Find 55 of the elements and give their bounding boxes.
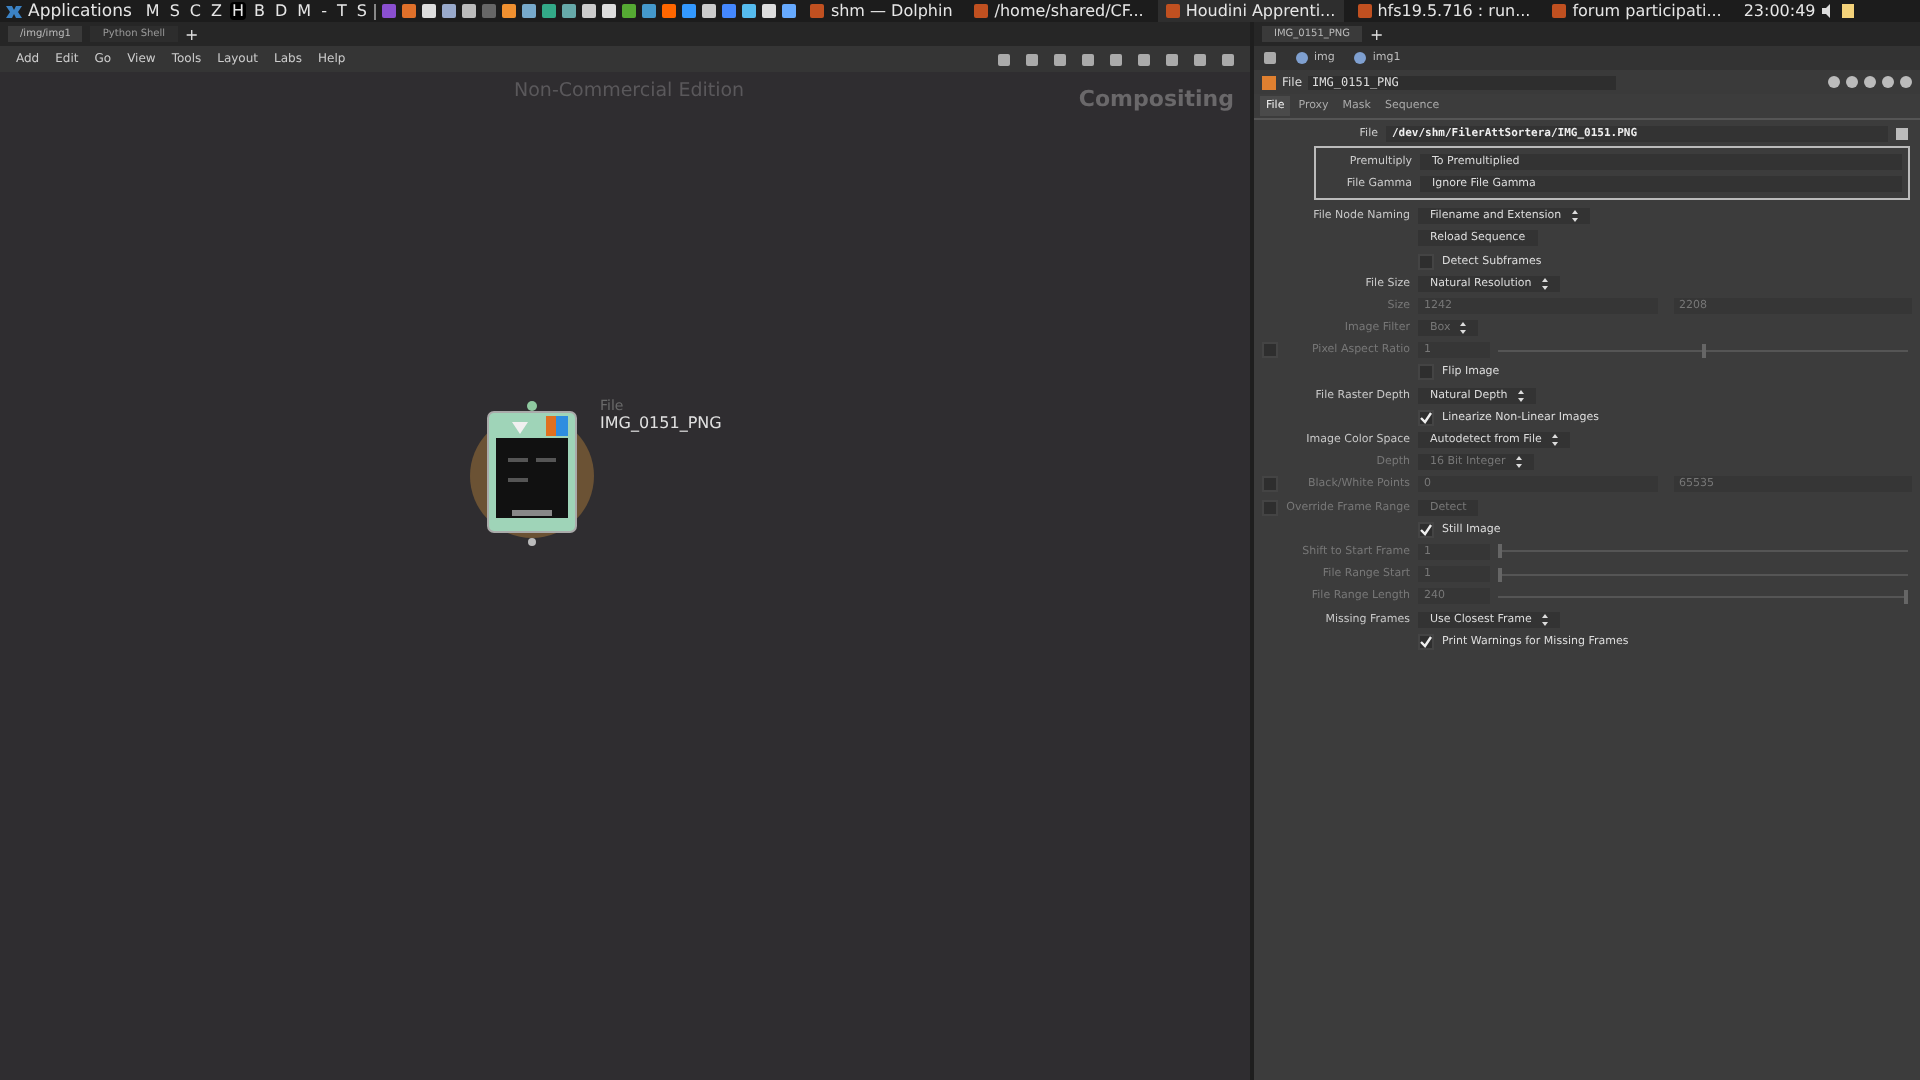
toolbar-icon[interactable] — [1054, 53, 1066, 65]
launcher-letter[interactable]: D — [273, 2, 290, 20]
taskbar-task[interactable]: Houdini Apprenti... — [1157, 0, 1344, 22]
launcher-letter[interactable]: C — [187, 2, 203, 20]
window-icon — [974, 4, 989, 18]
updown-arrows-icon — [1541, 613, 1548, 626]
toolbar-icon[interactable] — [1110, 53, 1122, 65]
add-tab-button[interactable]: + — [185, 25, 199, 43]
updown-arrows-icon — [1541, 277, 1548, 290]
toolbar-icon[interactable] — [1138, 53, 1150, 65]
context-label: Compositing — [1078, 86, 1234, 112]
taskbar-task[interactable]: forum participati... — [1544, 0, 1730, 22]
clock: 23:00:49 — [1743, 2, 1816, 20]
launcher-letter[interactable]: S — [354, 2, 369, 20]
launcher-letter[interactable]: H — [229, 2, 246, 20]
window-icon — [810, 4, 825, 18]
node-name-label: IMG_0151_PNG — [600, 414, 722, 432]
taskbar-task[interactable]: hfs19.5.716 : run... — [1349, 0, 1539, 22]
taskbar-task[interactable]: shm — Dolphin — [802, 0, 961, 22]
add-tab-button[interactable]: + — [1370, 25, 1384, 43]
toolbar-icon[interactable] — [1082, 53, 1094, 65]
app-menu-icon[interactable] — [6, 3, 22, 19]
updown-arrows-icon — [1571, 210, 1578, 223]
updown-arrows-icon — [1551, 434, 1558, 447]
back-icon[interactable] — [1264, 52, 1276, 64]
window-icon — [1552, 4, 1567, 18]
toolbar-icon[interactable] — [998, 53, 1010, 65]
launcher-letter[interactable]: - — [319, 2, 329, 20]
updown-arrows-icon — [1515, 456, 1522, 469]
file-node-icon — [1262, 75, 1276, 89]
toolbar-icon[interactable] — [1166, 53, 1178, 65]
toolbar-icon[interactable] — [1222, 53, 1234, 65]
window-icon — [1357, 4, 1372, 18]
launcher-letter[interactable]: M — [295, 2, 314, 20]
launcher-letter[interactable]: T — [334, 2, 349, 20]
updown-arrows-icon — [1460, 322, 1467, 335]
window-icon — [1165, 4, 1180, 18]
launcher-letter[interactable]: S — [167, 2, 182, 20]
node-drawing[interactable] — [468, 398, 596, 546]
toggle-checkbox[interactable] — [1418, 409, 1434, 426]
applications-menu[interactable]: Applications — [28, 1, 132, 21]
toggle-checkbox[interactable] — [1418, 521, 1434, 538]
taskbar-task[interactable]: /home/shared/CF... — [966, 0, 1152, 22]
network-icon — [1296, 52, 1308, 64]
toolbar-icon[interactable] — [1194, 53, 1206, 65]
browse-icon[interactable] — [1896, 127, 1908, 140]
updown-arrows-icon — [1517, 389, 1524, 402]
toolbar-icon[interactable] — [1026, 53, 1038, 65]
toggle-checkbox[interactable] — [1418, 633, 1434, 650]
launcher-letter[interactable]: Z — [209, 2, 224, 20]
network-icon — [1354, 52, 1367, 64]
launcher-letter[interactable]: B — [252, 2, 267, 20]
speaker-icon[interactable] — [1821, 4, 1836, 18]
launcher-letter[interactable]: M — [143, 2, 162, 20]
clipboard-icon[interactable] — [1841, 4, 1854, 18]
